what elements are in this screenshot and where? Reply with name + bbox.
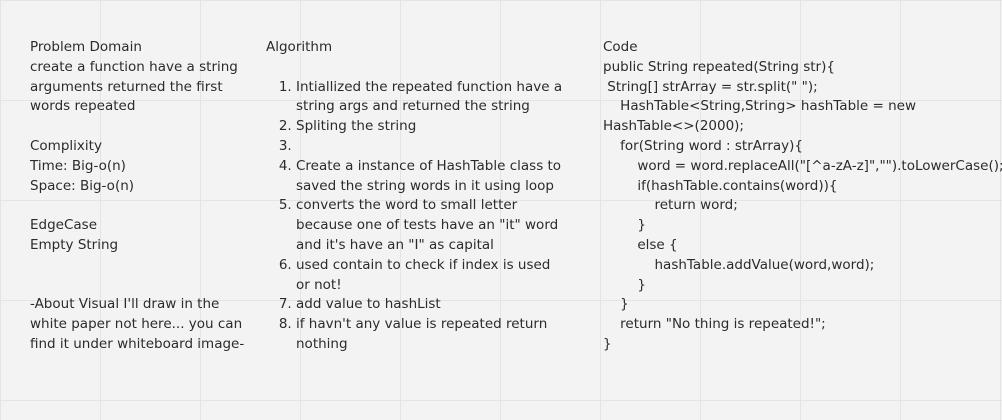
code-line: HashTable<String,String> hashTable = new (603, 98, 916, 115)
code-line: if(hashTable.contains(word)){ (603, 177, 838, 194)
code-line: return "No thing is repeated!"; (603, 316, 826, 333)
algorithm-step: if havn't any value is repeated return n… (296, 315, 568, 355)
space-complexity: Space: Big-o(n) (30, 177, 135, 194)
code-line: HashTable<>(2000); (603, 118, 744, 135)
code-line: else { (603, 236, 678, 253)
code-line: word = word.replaceAll("[^a-zA-z]","").t… (603, 157, 1002, 174)
code-line: } (603, 296, 629, 313)
algorithm-steps: Intiallized the repeated function have a… (266, 78, 586, 355)
problem-description: create a function have a string argument… (30, 58, 243, 115)
algorithm-step: Create a instance of HashTable class to … (296, 157, 568, 197)
problem-domain-heading: Problem Domain (30, 39, 142, 55)
algorithm-step (296, 137, 568, 157)
code-line: } (603, 276, 646, 293)
code-heading: Code (603, 39, 638, 55)
algorithm-step: add value to hashList (296, 295, 568, 315)
code-line: public String repeated(String str){ (603, 58, 835, 75)
algorithm-column: Algorithm Intiallized the repeated funct… (266, 38, 586, 355)
visual-note: -About Visual I'll draw in the white pap… (30, 296, 247, 352)
code-column: Code public String repeated(String str){… (603, 38, 1002, 355)
problem-domain-column: Problem Domain create a function have a … (30, 38, 260, 355)
algorithm-step: converts the word to small letter becaus… (296, 196, 568, 255)
time-complexity: Time: Big-o(n) (30, 157, 126, 174)
algorithm-step: used contain to check if index is used o… (296, 256, 568, 296)
code-line: return word; (603, 197, 738, 214)
edgecase-text: Empty String (30, 236, 119, 253)
algorithm-step: Intiallized the repeated function have a… (296, 78, 568, 118)
edgecase-heading: EdgeCase (30, 217, 98, 234)
complexity-heading: Complixity (30, 137, 102, 154)
code-line: String[] strArray = str.split(" "); (603, 78, 818, 95)
code-line: hashTable.addValue(word,word); (603, 256, 875, 273)
code-line: } (603, 335, 612, 352)
code-line: } (603, 217, 646, 234)
code-line: for(String word : strArray){ (603, 137, 803, 154)
algorithm-step: Spliting the string (296, 117, 568, 137)
algorithm-heading: Algorithm (266, 39, 333, 55)
